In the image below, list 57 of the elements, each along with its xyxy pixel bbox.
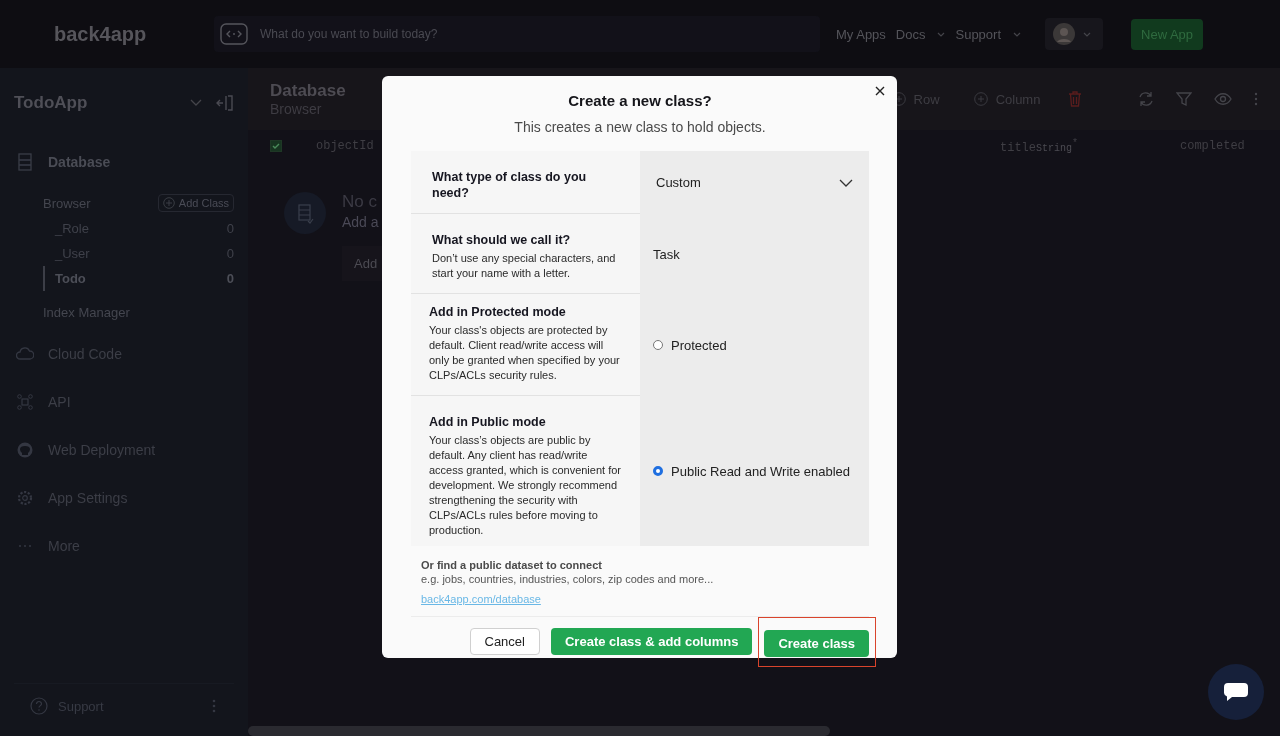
create-button[interactable]: Create class — [764, 630, 869, 657]
chevron-icon — [839, 178, 853, 187]
filter-icon[interactable] — [1176, 91, 1192, 107]
logo[interactable]: back4app — [54, 22, 214, 46]
caret-icon — [937, 31, 946, 37]
field-label: Add in Public mode — [429, 414, 547, 430]
dialog-title: Create a new class? — [567, 92, 713, 109]
select-all-checkbox[interactable] — [270, 140, 282, 152]
caret-icon — [1083, 31, 1092, 37]
nav-link[interactable]: Docs — [895, 26, 946, 42]
network-icon — [16, 394, 34, 410]
database-icon — [16, 153, 34, 171]
sidebar-item[interactable]: Database — [14, 138, 234, 186]
dataset-link[interactable]: back4app.com/database — [421, 593, 859, 605]
field-label: What type of class do you need? — [432, 169, 588, 201]
trash-icon[interactable] — [1068, 91, 1083, 107]
radio-button[interactable] — [653, 466, 663, 476]
field-help: Don’t use any special characters, and start your name with a letter. — [432, 251, 617, 281]
dataset-text: e.g. jobs, countries, industries, colors, zip codes and more... — [421, 573, 715, 585]
account-menu[interactable] — [1045, 18, 1104, 50]
cancel-button[interactable]: Cancel — [469, 628, 540, 655]
eye-icon[interactable] — [1214, 93, 1232, 105]
radio-option[interactable]: Public Read and Write enabled — [653, 463, 850, 479]
scrollbar[interactable] — [248, 726, 830, 736]
field-help: Your class’s objects are public by default. Any client has read/write access granted, which is convenient for development. We strongly recommend strengthening the security with CLPs/ACLs rules before moving to production. — [429, 433, 622, 538]
app-name[interactable]: TodoApp — [14, 93, 176, 113]
refresh-icon[interactable] — [1138, 91, 1154, 107]
collapse-sidebar-icon[interactable] — [216, 94, 234, 112]
cloud-icon — [16, 347, 34, 361]
code-icon — [220, 23, 248, 45]
class-name-field[interactable]: Task — [653, 246, 850, 262]
more-icon[interactable] — [1254, 92, 1258, 106]
empty-text: Add a — [342, 214, 380, 230]
plus-icon — [162, 197, 175, 209]
field-label: What should we call it? — [432, 232, 572, 248]
more-icon[interactable] — [212, 699, 216, 713]
caret-icon — [1013, 31, 1022, 37]
close-icon[interactable] — [875, 86, 885, 96]
database-icon — [284, 192, 326, 234]
avatar-icon — [1053, 23, 1076, 45]
dataset-title: Or find a public dataset to connect — [421, 559, 603, 571]
page-title: Database — [270, 81, 346, 101]
nav-link[interactable]: My Apps — [836, 26, 886, 42]
chat-icon — [1223, 682, 1249, 702]
create-button[interactable]: Create class & add columns — [550, 628, 753, 655]
chevron-icon[interactable] — [190, 99, 202, 107]
settings-icon — [16, 490, 34, 506]
dialog-subtitle: This creates a new class to hold objects. — [513, 119, 767, 135]
radio-button[interactable] — [653, 340, 663, 350]
check-icon — [272, 142, 280, 150]
field-label: Add in Protected mode — [429, 304, 567, 320]
nav-link[interactable]: Support — [955, 26, 1022, 42]
radio-option[interactable]: Protected — [653, 337, 727, 353]
field-help: Your class's objects are protected by default. Client read/write access will only be granted when specified by your CLPs/ACLs security rules. — [429, 323, 621, 383]
class-item[interactable]: Todo 0 — [43, 266, 234, 291]
help-icon — [30, 697, 48, 715]
plus-icon — [973, 92, 988, 106]
